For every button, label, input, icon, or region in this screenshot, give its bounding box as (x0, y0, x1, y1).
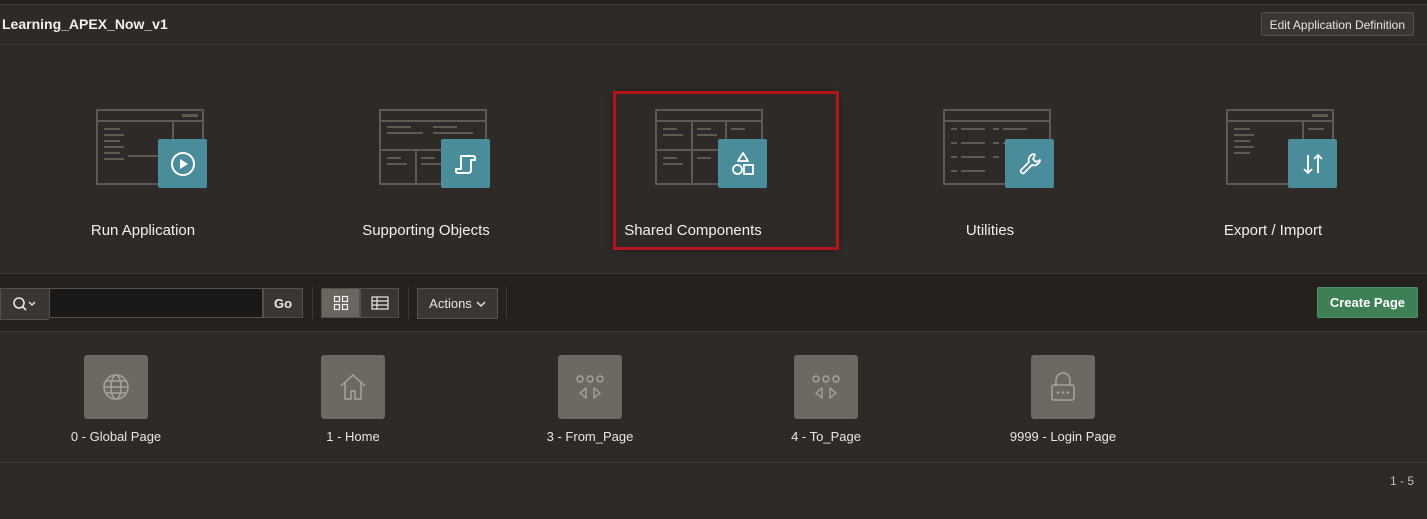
page-label: 4 - To_Page (791, 429, 861, 444)
tile-supporting-objects[interactable]: Supporting Objects (315, 93, 537, 248)
grid-icon (333, 295, 348, 311)
tile-label: Run Application (90, 222, 196, 239)
page-label: 1 - Home (326, 429, 380, 444)
divider (312, 287, 313, 319)
report-view-button[interactable] (360, 288, 399, 318)
page-toolbar: Go Actions Create Page (0, 273, 1427, 332)
go-button[interactable]: Go (263, 288, 303, 318)
page-item-login[interactable]: 9999 - Login Page (978, 355, 1148, 450)
carousel-icon (794, 355, 858, 419)
tile-label: Utilities (965, 222, 1015, 239)
page-label: 0 - Global Page (70, 429, 162, 444)
create-page-button[interactable]: Create Page (1316, 287, 1418, 318)
chevron-down-icon (476, 301, 486, 307)
tile-label: Shared Components (624, 222, 762, 239)
wrench-icon (1005, 139, 1054, 188)
tile-utilities[interactable]: Utilities (879, 93, 1101, 248)
home-icon (321, 355, 385, 419)
page-item-global[interactable]: 0 - Global Page (31, 355, 201, 450)
shapes-icon (718, 139, 767, 188)
page-label: 9999 - Login Page (1009, 429, 1117, 444)
page-label: 3 - From_Page (546, 429, 634, 444)
scroll-icon (441, 139, 490, 188)
tile-run-application[interactable]: Run Application (32, 93, 254, 248)
app-title: Learning_APEX_Now_v1 (2, 16, 168, 32)
carousel-icon (558, 355, 622, 419)
arrows-up-down-icon (1288, 139, 1337, 188)
lock-icon (1031, 355, 1095, 419)
divider (506, 287, 507, 319)
tile-label: Export / Import (1223, 222, 1323, 239)
tile-label: Supporting Objects (362, 222, 490, 239)
search-icon (13, 297, 36, 311)
page-header: Learning_APEX_Now_v1 Edit Application De… (0, 5, 1427, 45)
search-input[interactable] (49, 288, 263, 318)
page-item-home[interactable]: 1 - Home (268, 355, 438, 450)
play-icon (158, 139, 207, 188)
icon-view-button[interactable] (321, 288, 360, 318)
divider (408, 287, 409, 319)
actions-menu-button[interactable]: Actions (417, 288, 498, 319)
actions-label: Actions (429, 296, 472, 311)
page-item-from-page[interactable]: 3 - From_Page (505, 355, 675, 450)
search-options-button[interactable] (0, 288, 49, 320)
globe-icon (84, 355, 148, 419)
tile-shared-components[interactable]: Shared Components (613, 91, 839, 250)
application-tiles: Run Application Supporting Objects Share… (0, 45, 1427, 273)
edit-application-definition-button[interactable]: Edit Application Definition (1260, 12, 1414, 36)
page-item-to-page[interactable]: 4 - To_Page (741, 355, 911, 450)
pagination-range: 1 - 5 (1389, 474, 1414, 488)
pages-list: 0 - Global Page 1 - Home 3 - From_Page 4… (0, 331, 1427, 463)
tile-export-import[interactable]: Export / Import (1162, 93, 1384, 248)
table-icon (370, 296, 389, 310)
